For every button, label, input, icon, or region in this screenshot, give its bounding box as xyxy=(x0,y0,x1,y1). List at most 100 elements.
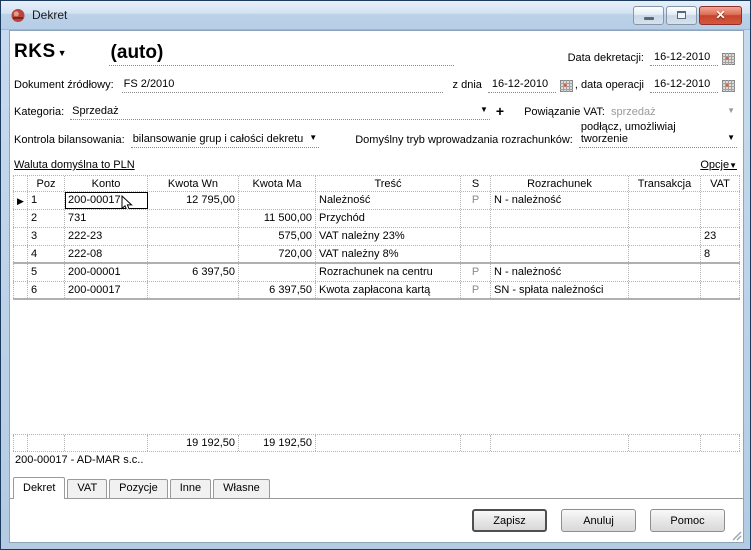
calendar-icon[interactable] xyxy=(560,80,573,92)
cell-transakcja[interactable] xyxy=(629,264,701,281)
cell-transakcja[interactable] xyxy=(629,228,701,245)
decree-number-field[interactable]: (auto) xyxy=(109,42,454,66)
cell-transakcja[interactable] xyxy=(629,210,701,227)
cell-konto[interactable]: 200-00001 xyxy=(65,264,148,281)
resize-grip[interactable] xyxy=(729,528,742,541)
cell-poz[interactable]: 3 xyxy=(28,228,65,245)
balance-control-dropdown-icon[interactable]: ▼ xyxy=(309,134,317,145)
cell-konto[interactable]: 731 xyxy=(65,210,148,227)
ledger-dropdown-icon[interactable]: ▼ xyxy=(58,48,67,66)
cell-s[interactable]: P xyxy=(461,264,491,281)
maximize-button[interactable] xyxy=(666,6,697,25)
cell-rozrachunek[interactable] xyxy=(491,246,629,262)
category-field[interactable]: Sprzedaż ▼ xyxy=(70,105,490,120)
options-link[interactable]: Opcje▼ xyxy=(700,159,737,173)
table-row[interactable]: 4222-08 720,00VAT należny 8% 8 xyxy=(13,246,740,264)
anuluj-button[interactable]: Anuluj xyxy=(561,509,636,532)
cell-kwota-ma[interactable]: 11 500,00 xyxy=(239,210,316,227)
cell-konto[interactable]: 222-08 xyxy=(65,246,148,262)
table-row[interactable]: 3222-23 575,00VAT należny 23% 23 xyxy=(13,228,740,246)
vat-link-value: sprzedaż xyxy=(611,106,721,118)
cell-rozrachunek[interactable]: N - należność xyxy=(491,192,629,209)
cell-s[interactable] xyxy=(461,228,491,245)
cell-kwota-ma[interactable] xyxy=(239,192,316,209)
source-document-field[interactable]: FS 2/2010 xyxy=(122,78,443,93)
cell-kwota-ma[interactable]: 6 397,50 xyxy=(239,282,316,298)
settlement-mode-field[interactable]: podłącz, umożliwiaj tworzenie ▼ xyxy=(579,121,737,148)
add-category-button[interactable]: + xyxy=(490,103,510,120)
cell-tresc[interactable]: VAT należny 23% xyxy=(316,228,461,245)
cell-s[interactable] xyxy=(461,246,491,262)
cell-tresc[interactable]: Przychód xyxy=(316,210,461,227)
category-label: Kategoria: xyxy=(14,106,64,120)
tab-własne[interactable]: Własne xyxy=(213,479,270,498)
cell-vat[interactable] xyxy=(701,264,740,281)
vat-link-label: Powiązanie VAT: xyxy=(524,106,605,120)
currency-info-link[interactable]: Waluta domyślna to PLN xyxy=(14,159,135,173)
cell-vat[interactable] xyxy=(701,192,740,209)
cell-s[interactable] xyxy=(461,210,491,227)
calendar-icon[interactable] xyxy=(722,53,735,65)
cell-vat[interactable]: 23 xyxy=(701,228,740,245)
cell-vat[interactable]: 8 xyxy=(701,246,740,262)
row-indicator xyxy=(13,264,28,281)
close-button[interactable]: ✕ xyxy=(699,6,742,25)
cell-konto[interactable]: 222-23 xyxy=(65,228,148,245)
minimize-icon xyxy=(644,17,654,20)
settlement-mode-dropdown-icon[interactable]: ▼ xyxy=(727,134,735,145)
date-dekretacji-field[interactable]: 16-12-2010 xyxy=(650,51,718,66)
pomoc-button[interactable]: Pomoc xyxy=(650,509,725,532)
close-icon: ✕ xyxy=(715,9,725,21)
cell-kwota-wn[interactable] xyxy=(148,228,239,245)
cell-tresc[interactable]: Rozrachunek na centru xyxy=(316,264,461,281)
cell-tresc[interactable]: Należność xyxy=(316,192,461,209)
cell-poz[interactable]: 1 xyxy=(28,192,65,209)
zapisz-button[interactable]: Zapisz xyxy=(472,509,547,532)
app-icon xyxy=(10,7,26,23)
cell-kwota-wn[interactable] xyxy=(148,210,239,227)
cell-vat[interactable] xyxy=(701,282,740,298)
z-dnia-field[interactable]: 16-12-2010 xyxy=(488,78,556,93)
cell-rozrachunek[interactable] xyxy=(491,228,629,245)
data-operacji-field[interactable]: 16-12-2010 xyxy=(650,78,718,93)
cell-transakcja[interactable] xyxy=(629,282,701,298)
cell-kwota-ma[interactable]: 720,00 xyxy=(239,246,316,262)
tab-inne[interactable]: Inne xyxy=(170,479,211,498)
cell-transakcja[interactable] xyxy=(629,246,701,262)
cell-transakcja[interactable] xyxy=(629,192,701,209)
category-dropdown-icon[interactable]: ▼ xyxy=(480,106,488,117)
balance-control-field[interactable]: bilansowanie grup i całości dekretu ▼ xyxy=(131,133,320,148)
cell-s[interactable]: P xyxy=(461,282,491,298)
cell-kwota-wn[interactable]: 12 795,00 xyxy=(148,192,239,209)
table-row[interactable]: 6200-00017 6 397,50Kwota zapłacona kartąP… xyxy=(13,282,740,300)
cell-kwota-ma[interactable]: 575,00 xyxy=(239,228,316,245)
cell-kwota-wn[interactable] xyxy=(148,246,239,262)
cell-kwota-wn[interactable] xyxy=(148,282,239,298)
total-kwota-ma: 19 192,50 xyxy=(239,435,316,451)
cell-poz[interactable]: 5 xyxy=(28,264,65,281)
cell-rozrachunek[interactable]: SN - spłata należności xyxy=(491,282,629,298)
cell-poz[interactable]: 6 xyxy=(28,282,65,298)
cell-rozrachunek[interactable] xyxy=(491,210,629,227)
tab-vat[interactable]: VAT xyxy=(67,479,107,498)
tab-pozycje[interactable]: Pozycje xyxy=(109,479,168,498)
cell-s[interactable]: P xyxy=(461,192,491,209)
cell-rozrachunek[interactable]: N - należność xyxy=(491,264,629,281)
cell-poz[interactable]: 2 xyxy=(28,210,65,227)
tab-dekret[interactable]: Dekret xyxy=(13,477,65,499)
ledger-selector[interactable]: RKS xyxy=(14,41,56,66)
account-status-line: 200-00017 - AD-MAR s.c.. xyxy=(10,452,743,470)
calendar-icon[interactable] xyxy=(722,80,735,92)
cell-kwota-wn[interactable]: 6 397,50 xyxy=(148,264,239,281)
cell-konto[interactable]: 200-00017 xyxy=(65,192,148,209)
minimize-button[interactable] xyxy=(633,6,664,25)
cell-konto[interactable]: 200-00017 xyxy=(65,282,148,298)
table-row[interactable]: 5200-000016 397,50 Rozrachunek na centruP… xyxy=(13,264,740,282)
cell-kwota-ma[interactable] xyxy=(239,264,316,281)
cell-tresc[interactable]: VAT należny 8% xyxy=(316,246,461,262)
cell-vat[interactable] xyxy=(701,210,740,227)
cell-tresc[interactable]: Kwota zapłacona kartą xyxy=(316,282,461,298)
table-row[interactable]: 2731 11 500,00Przychód xyxy=(13,210,740,228)
cell-poz[interactable]: 4 xyxy=(28,246,65,262)
table-row[interactable]: ▶1200-0001712 795,00NależnośćPN - należn… xyxy=(13,192,740,210)
